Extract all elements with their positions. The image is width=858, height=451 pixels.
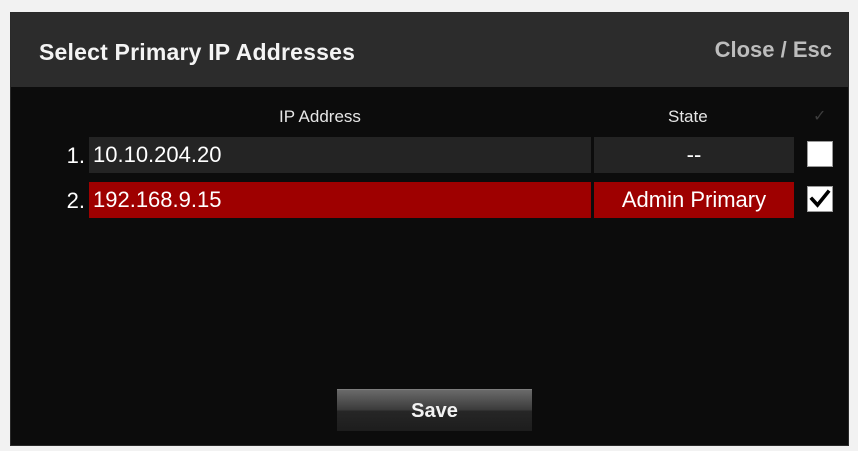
checkmark-icon: ✓ [813, 108, 827, 125]
row-number: 2. [66, 188, 85, 213]
row-checkbox[interactable] [807, 141, 833, 167]
dialog-title: Select Primary IP Addresses [39, 39, 356, 65]
save-button[interactable]: Save [337, 389, 532, 431]
ip-address-cell: 192.168.9.15 [89, 182, 591, 218]
checkmark-icon [809, 189, 831, 208]
table-row: 2. 192.168.9.15 Admin Primary [11, 182, 848, 218]
column-header-state: State [668, 107, 708, 126]
state-cell: -- [594, 137, 794, 173]
row-checkbox[interactable] [807, 186, 833, 212]
state-cell: Admin Primary [594, 182, 794, 218]
ip-address-cell: 10.10.204.20 [89, 137, 591, 173]
select-primary-ip-dialog: Select Primary IP Addresses Close / Esc … [10, 12, 849, 446]
close-button[interactable]: Close / Esc [715, 37, 832, 63]
row-number: 1. [66, 143, 85, 168]
column-header-ip-address: IP Address [279, 107, 361, 126]
dialog-titlebar: Select Primary IP Addresses Close / Esc [11, 13, 848, 87]
table-row: 1. 10.10.204.20 -- [11, 137, 848, 173]
